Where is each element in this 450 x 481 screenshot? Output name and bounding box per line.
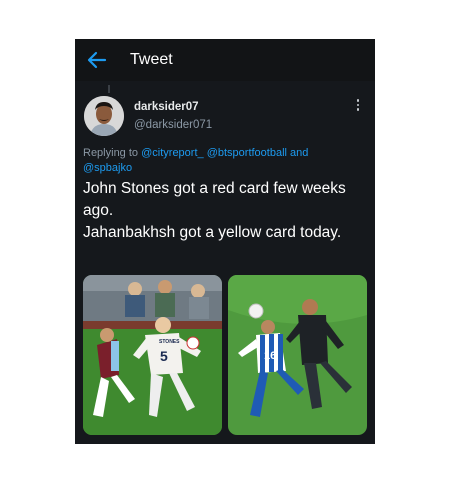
tweet-text-line: John Stones got a red card few weeks ago… bbox=[83, 180, 346, 219]
mention-link[interactable]: @spbajko bbox=[83, 162, 132, 174]
replying-to: Replying to @cityreport_ @btsportfootbal… bbox=[83, 146, 328, 176]
tweet-text-line: Jahanbakhsh got a yellow card today. bbox=[83, 224, 342, 241]
mention-link[interactable]: and bbox=[290, 147, 308, 159]
app-header: Tweet bbox=[75, 39, 375, 81]
shirt-number-right: 16 bbox=[264, 350, 276, 362]
tweet-body: John Stones got a red card few weeks ago… bbox=[83, 178, 368, 244]
more-options-icon[interactable] bbox=[351, 97, 365, 115]
author-name[interactable]: darksider07 bbox=[134, 101, 199, 113]
arrow-left-icon[interactable] bbox=[87, 51, 107, 69]
thread-connector bbox=[108, 85, 110, 93]
tweet-screen: Tweet darksider07 @darksider071 Replying… bbox=[75, 39, 375, 444]
avatar[interactable] bbox=[84, 96, 124, 136]
page-title: Tweet bbox=[130, 51, 173, 68]
replying-to-label: Replying to bbox=[83, 147, 139, 159]
mention-link[interactable]: @cityreport_ bbox=[141, 147, 204, 159]
shirt-number: 5 bbox=[160, 348, 168, 364]
tweet-image-jahanbakhsh[interactable]: 16 bbox=[228, 275, 367, 435]
author-handle[interactable]: @darksider071 bbox=[134, 119, 212, 131]
mention-link[interactable]: @btsportfootball bbox=[207, 147, 287, 159]
tweet-image-stones[interactable]: STONES 5 bbox=[83, 275, 222, 435]
shirt-name: STONES bbox=[159, 339, 180, 345]
